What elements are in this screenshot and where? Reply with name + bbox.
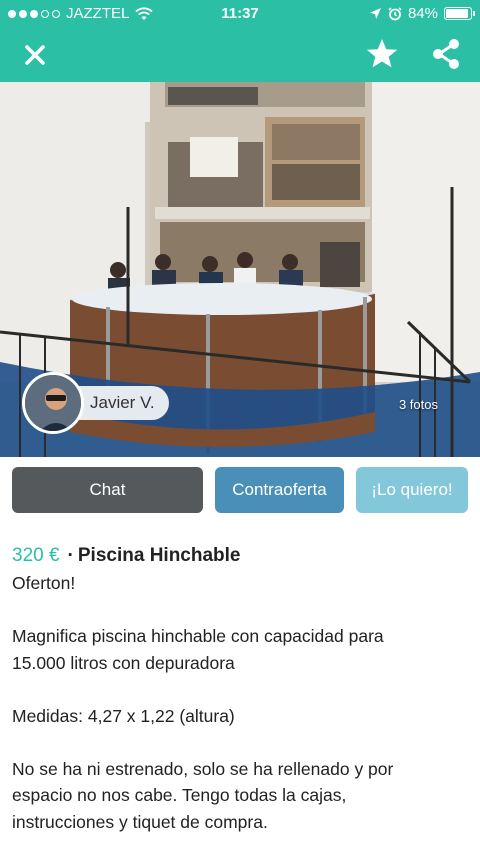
- listing-title: Piscina Hinchable: [77, 545, 241, 566]
- close-button[interactable]: [18, 38, 52, 72]
- share-button[interactable]: [428, 36, 464, 72]
- share-icon: [433, 39, 459, 69]
- location-arrow-icon: [369, 8, 381, 19]
- listing-subtitle: Oferton!: [12, 573, 76, 593]
- star-icon: [366, 39, 398, 68]
- top-bar: JAZZTEL 11:37 84%: [0, 0, 480, 82]
- description-paragraph-1-line-2: 15.000 litros con depuradora: [12, 652, 235, 673]
- avatar: [22, 372, 84, 434]
- photo-count: 3 fotos: [398, 397, 438, 412]
- description-paragraph-3-line-3: instrucciones y tiquet de compra.: [12, 811, 268, 832]
- price: 320 €: [12, 545, 60, 566]
- description-measurements: Medidas: 4,27 x 1,22 (altura): [12, 705, 235, 726]
- battery-icon: [444, 7, 475, 20]
- status-bar: JAZZTEL 11:37 84%: [0, 0, 480, 28]
- status-right: 84%: [369, 5, 475, 22]
- photo-gallery[interactable]: Javier V. 3 fotos: [0, 82, 480, 457]
- description-paragraph-3-line-2: espacio no nos cabe. Tengo todas la caja…: [12, 785, 347, 805]
- buy-button[interactable]: ¡Lo quiero!: [356, 467, 468, 513]
- seller-name: Javier V.: [70, 386, 169, 420]
- favorite-button[interactable]: [364, 36, 400, 72]
- action-buttons: Chat Contraoferta ¡Lo quiero!: [0, 467, 480, 513]
- price-title-line: 320 € · Piscina Hinchable: [12, 542, 468, 570]
- close-icon: [25, 45, 45, 65]
- alarm-icon: [388, 6, 402, 20]
- description-paragraph-1-line-1: Magnifica piscina hinchable con capacida…: [12, 626, 384, 646]
- listing-description: Oferton! Magnifica piscina hinchable con…: [12, 570, 468, 835]
- seller-badge[interactable]: Javier V.: [22, 372, 169, 434]
- counteroffer-button[interactable]: Contraoferta: [215, 467, 344, 513]
- description-paragraph-3-line-1: No se ha ni estrenado, solo se ha rellen…: [12, 758, 394, 779]
- battery-percent: 84%: [407, 5, 438, 22]
- separator: ·: [67, 545, 74, 566]
- chat-button[interactable]: Chat: [12, 467, 203, 513]
- listing-info: 320 € · Piscina Hinchable Oferton! Magnifi…: [12, 542, 468, 835]
